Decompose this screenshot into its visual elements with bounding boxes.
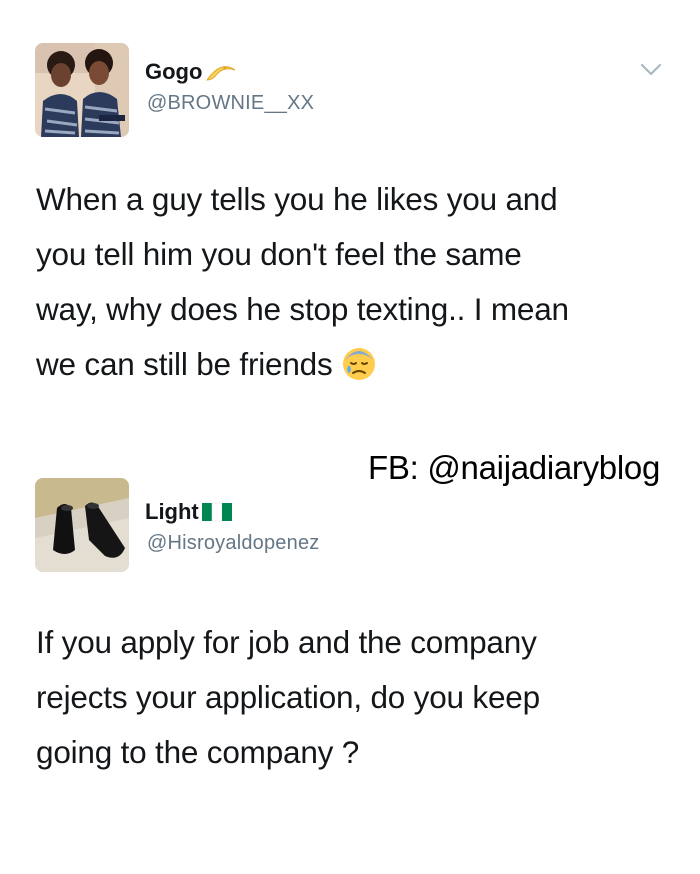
avatar-photo xyxy=(35,43,129,137)
tweet-text-line: If you apply for job and the company xyxy=(36,624,537,660)
handle[interactable]: @BROWNIE__XX xyxy=(147,92,314,115)
display-name[interactable]: Light xyxy=(145,499,199,525)
tweet-text-line: you tell him you don't feel the same xyxy=(36,236,522,272)
tweet-text-line-with-emoji: we can still be friends xyxy=(36,337,676,392)
tweet-text-line: way, why does he stop texting.. I mean xyxy=(36,291,569,327)
moon-icon xyxy=(206,66,236,81)
disappointed-sweat-face-icon xyxy=(342,347,375,380)
tweet-card-1: Gogo @BROWNIE__XX When a guy tells you h… xyxy=(0,0,700,400)
tweet-text: When a guy tells you he likes you and yo… xyxy=(36,172,676,392)
tweet-text-line: When a guy tells you he likes you and xyxy=(36,181,558,217)
display-name-row: Light xyxy=(145,498,232,526)
tweet-text-line: going to the company ? xyxy=(36,734,360,770)
display-name-row: Gogo xyxy=(145,58,237,86)
avatar-light[interactable] xyxy=(35,478,129,572)
avatar-photo xyxy=(35,478,129,572)
display-name[interactable]: Gogo xyxy=(145,59,202,85)
avatar-gogo[interactable] xyxy=(35,43,129,137)
tweet-text-line: we can still be friends xyxy=(36,346,333,382)
nigeria-flag-icon xyxy=(201,502,232,522)
tweet-text-line: rejects your application, do you keep xyxy=(36,679,540,715)
chevron-down-icon[interactable] xyxy=(640,63,662,77)
handle[interactable]: @Hisroyaldopenez xyxy=(147,532,319,555)
tweet-card-2: Light @Hisroyaldopenez If you apply for … xyxy=(0,470,700,874)
tweet-text: If you apply for job and the company rej… xyxy=(36,615,676,780)
